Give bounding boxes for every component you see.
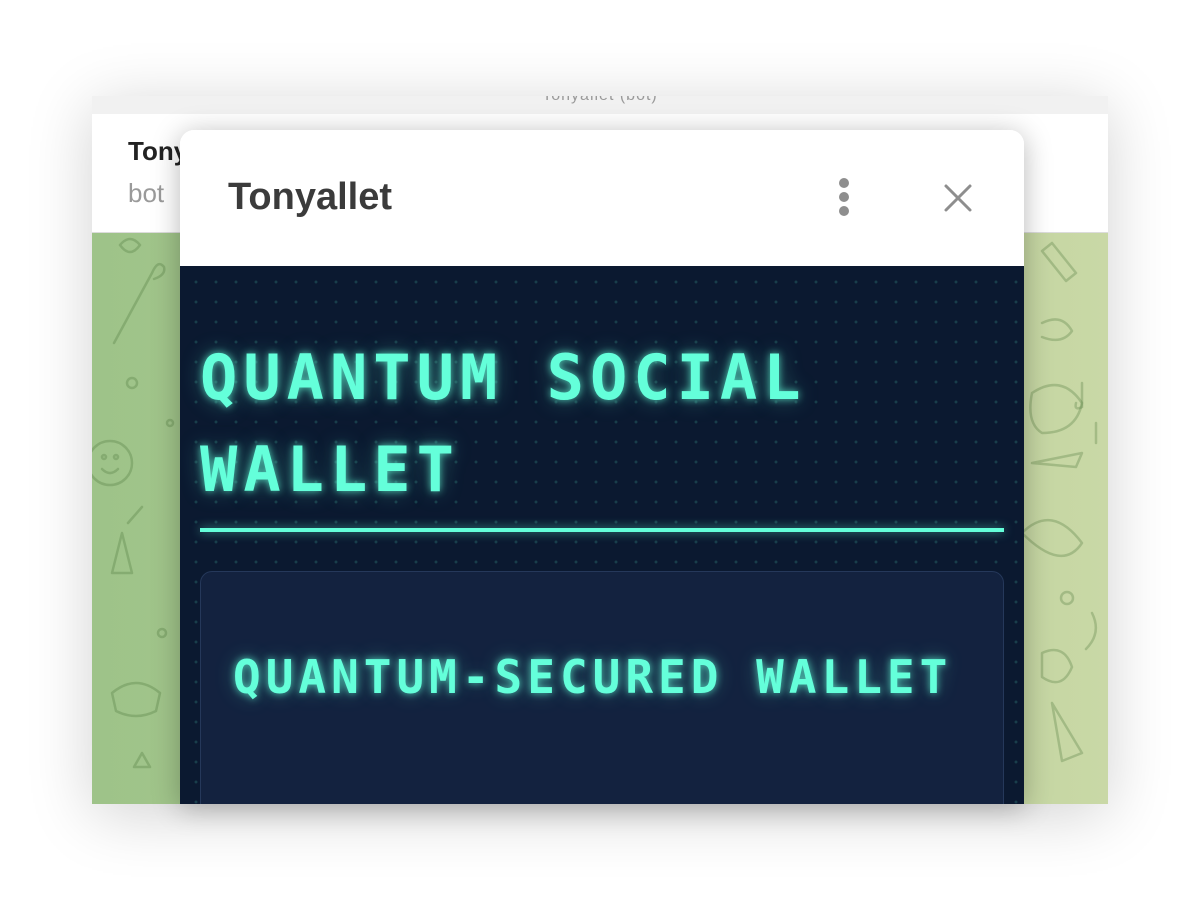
mini-app-modal: Tonyallet QUANTUM SOCIAL WALLET QUANTUM-… [180,130,1024,804]
window-titlebar: Tonyallet (bot) [92,96,1108,114]
close-button[interactable] [934,174,982,222]
feature-card: QUANTUM-SECURED WALLET [200,571,1004,804]
web-app-content[interactable]: QUANTUM SOCIAL WALLET QUANTUM-SECURED WA… [180,266,1024,804]
menu-button[interactable] [824,172,864,222]
heading-divider [200,528,1004,532]
modal-title: Tonyallet [228,176,392,218]
window-title: Tonyallet (bot) [92,96,1108,105]
main-heading: QUANTUM SOCIAL WALLET [200,341,807,506]
close-icon [944,184,972,212]
modal-header: Tonyallet [180,130,1024,266]
chat-status: bot [128,178,165,208]
card-heading: QUANTUM-SECURED WALLET [233,650,953,704]
